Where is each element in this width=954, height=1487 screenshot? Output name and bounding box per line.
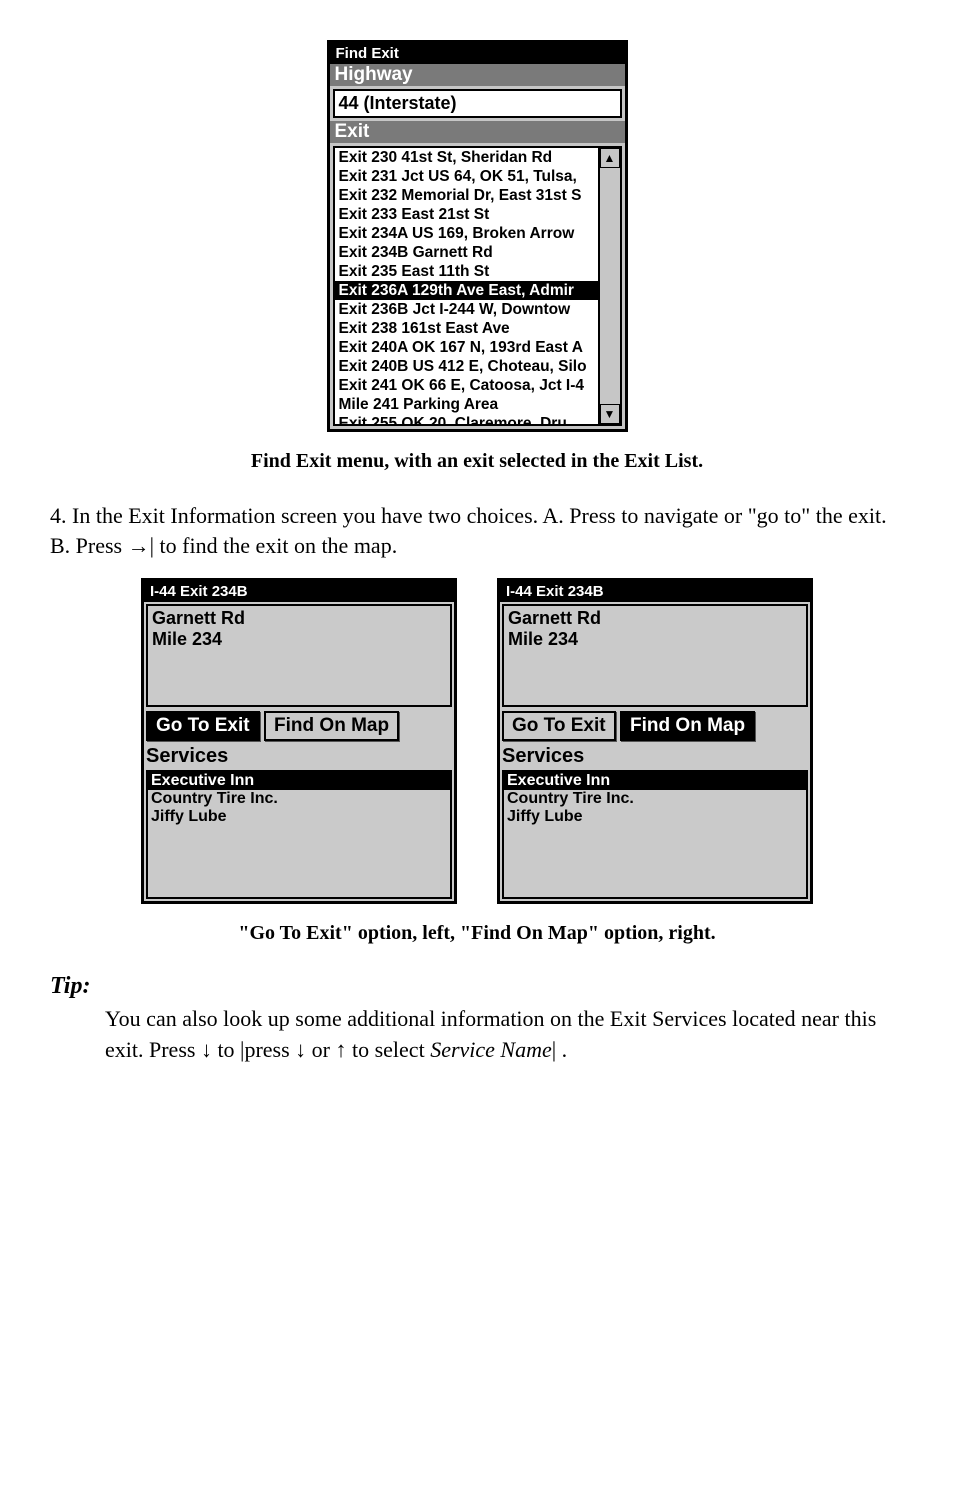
exit-item[interactable]: Mile 241 Parking Area xyxy=(335,395,620,414)
services-list[interactable]: Executive Inn Country Tire Inc. Jiffy Lu… xyxy=(502,770,808,899)
exit-item[interactable]: Exit 234B Garnett Rd xyxy=(335,243,620,262)
exit-name: Garnett Rd xyxy=(508,608,802,629)
exit-infobox: Garnett Rd Mile 234 xyxy=(146,604,452,707)
exit-item[interactable]: Exit 240A OK 167 N, 193rd East A xyxy=(335,338,620,357)
exit-name: Garnett Rd xyxy=(152,608,446,629)
service-item[interactable]: Jiffy Lube xyxy=(504,808,806,826)
scroll-down-icon[interactable]: ▼ xyxy=(600,404,620,424)
exit-item[interactable]: Exit 231 Jct US 64, OK 51, Tulsa, xyxy=(335,167,620,186)
exit-item[interactable]: Exit 233 East 21st St xyxy=(335,205,620,224)
exit-item-selected[interactable]: Exit 236A 129th Ave East, Admir xyxy=(335,281,620,300)
service-item[interactable]: Jiffy Lube xyxy=(148,808,450,826)
highway-input[interactable]: 44 (Interstate) xyxy=(333,89,622,118)
exit-item[interactable]: Exit 234A US 169, Broken Arrow xyxy=(335,224,620,243)
exit-list[interactable]: Exit 230 41st St, Sheridan Rd Exit 231 J… xyxy=(333,146,622,426)
tip-body: You can also look up some additional inf… xyxy=(105,1004,884,1066)
services-label: Services xyxy=(146,745,452,768)
highway-label: Highway xyxy=(330,64,625,86)
panel-title: I-44 Exit 234B xyxy=(144,581,454,602)
figure1-caption: Find Exit menu, with an exit selected in… xyxy=(50,450,904,473)
scroll-up-icon[interactable]: ▲ xyxy=(600,148,620,168)
exit-item[interactable]: Exit 240B US 412 E, Choteau, Silo xyxy=(335,357,620,376)
exit-item[interactable]: Exit 241 OK 66 E, Catoosa, Jct I-4 xyxy=(335,376,620,395)
service-item[interactable]: Executive Inn xyxy=(504,772,806,790)
tip-heading: Tip: xyxy=(50,973,904,1000)
find-on-map-button[interactable]: Find On Map xyxy=(264,711,399,741)
service-name-placeholder: Service Name xyxy=(430,1037,552,1062)
exit-item[interactable]: Exit 232 Memorial Dr, East 31st S xyxy=(335,186,620,205)
exit-item[interactable]: Exit 230 41st St, Sheridan Rd xyxy=(335,148,620,167)
exit-mile: Mile 234 xyxy=(152,629,446,650)
service-item[interactable]: Country Tire Inc. xyxy=(504,790,806,808)
exit-info-panel-left: I-44 Exit 234B Garnett Rd Mile 234 Go To… xyxy=(141,578,457,904)
figure2-caption: "Go To Exit" option, left, "Find On Map"… xyxy=(50,922,904,945)
services-list[interactable]: Executive Inn Country Tire Inc. Jiffy Lu… xyxy=(146,770,452,899)
exit-info-panel-right: I-44 Exit 234B Garnett Rd Mile 234 Go To… xyxy=(497,578,813,904)
window-title: Find Exit xyxy=(330,43,625,64)
step4-paragraph: 4. In the Exit Information screen you ha… xyxy=(50,501,904,560)
exit-item[interactable]: Exit 235 East 11th St xyxy=(335,262,620,281)
exit-label: Exit xyxy=(330,121,625,143)
service-item[interactable]: Executive Inn xyxy=(148,772,450,790)
exit-infobox: Garnett Rd Mile 234 xyxy=(502,604,808,707)
find-on-map-button[interactable]: Find On Map xyxy=(620,711,755,741)
exit-item[interactable]: Exit 236B Jct I-244 W, Downtow xyxy=(335,300,620,319)
go-to-exit-button[interactable]: Go To Exit xyxy=(502,711,616,741)
find-exit-window: Find Exit Highway 44 (Interstate) Exit E… xyxy=(327,40,628,432)
scrollbar[interactable]: ▲ ▼ xyxy=(598,148,620,424)
go-to-exit-button[interactable]: Go To Exit xyxy=(146,711,260,741)
exit-item[interactable]: Exit 255 OK 20, Claremore, Dru xyxy=(335,414,620,424)
exit-item[interactable]: Exit 238 161st East Ave xyxy=(335,319,620,338)
services-label: Services xyxy=(502,745,808,768)
exit-mile: Mile 234 xyxy=(508,629,802,650)
panel-title: I-44 Exit 234B xyxy=(500,581,810,602)
tip-text-2: | . xyxy=(552,1037,567,1062)
service-item[interactable]: Country Tire Inc. xyxy=(148,790,450,808)
